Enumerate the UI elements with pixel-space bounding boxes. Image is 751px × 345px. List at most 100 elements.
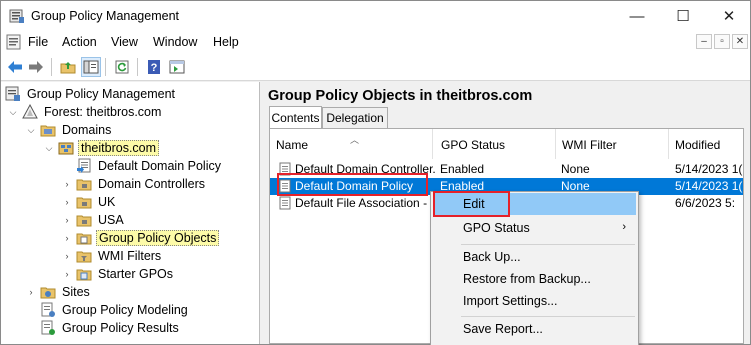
tree-label: Group Policy Objects: [96, 230, 220, 246]
minimize-icon: —: [629, 7, 645, 25]
gpmc-root-icon: [5, 86, 20, 101]
help-button[interactable]: ?: [144, 57, 164, 77]
up-one-level-button[interactable]: [58, 57, 78, 77]
mdi-minimize-button[interactable]: –: [696, 34, 712, 49]
collapse-chevron-icon[interactable]: ⌵: [43, 142, 55, 154]
column-header-gpo-status[interactable]: GPO Status: [435, 129, 556, 159]
back-button[interactable]: [5, 57, 25, 77]
tree-label: Forest: theitbros.com: [44, 105, 162, 119]
tree-item-forest[interactable]: ⌵ Forest: theitbros.com: [7, 103, 163, 121]
menu-window[interactable]: Window: [153, 35, 197, 49]
tree-label: Group Policy Modeling: [62, 303, 188, 317]
maximize-button[interactable]: ☐: [660, 1, 706, 31]
expand-chevron-icon[interactable]: ›: [61, 214, 73, 226]
menu-item-import-settings[interactable]: Import Settings...: [433, 290, 636, 312]
properties-button[interactable]: [167, 57, 187, 77]
expand-chevron-icon: [61, 160, 73, 172]
modeling-icon: [41, 302, 55, 317]
cell-wmi: None: [561, 162, 590, 176]
tree-label: Domains: [62, 123, 112, 137]
mdi-close-button[interactable]: ✕: [732, 34, 748, 49]
menu-item-back-up[interactable]: Back Up...: [433, 246, 636, 268]
mdi-restore-button[interactable]: ▫: [714, 34, 730, 49]
menu-item-save-report[interactable]: Save Report...: [433, 318, 636, 340]
column-header-wmi-filter[interactable]: WMI Filter: [556, 129, 669, 159]
tree-item-domain[interactable]: ⌵ theitbros.com: [43, 139, 160, 157]
submenu-arrow-icon: ›: [622, 221, 626, 233]
tree-label: Group Policy Results: [62, 321, 179, 335]
minimize-button[interactable]: —: [614, 1, 660, 31]
title-bar[interactable]: Group Policy Management — ☐ ✕: [1, 1, 750, 31]
menu-action[interactable]: Action: [62, 35, 97, 49]
tree-item-default-domain-policy[interactable]: Default Domain Policy: [61, 157, 223, 175]
forward-button[interactable]: [26, 57, 46, 77]
menu-view[interactable]: View: [111, 35, 138, 49]
menu-item-label: Restore from Backup...: [463, 272, 591, 286]
expand-chevron-icon[interactable]: ›: [61, 250, 73, 262]
tree-label: theitbros.com: [78, 140, 160, 156]
toolbar: ?: [1, 53, 750, 81]
cell-modified: 5/14/2023 1(: [675, 179, 743, 193]
expand-chevron-icon: [25, 322, 37, 334]
tree-item-sites[interactable]: › Sites: [25, 283, 92, 301]
tab-contents[interactable]: Contents: [269, 106, 322, 128]
mmc-document-icon[interactable]: [6, 34, 22, 50]
tree-item-starter-gpos[interactable]: › Starter GPOs: [61, 265, 175, 283]
tree-item-group-policy-objects[interactable]: › Group Policy Objects: [61, 229, 220, 247]
tree-item-modeling[interactable]: Group Policy Modeling: [25, 301, 190, 319]
expand-chevron-icon[interactable]: ›: [61, 196, 73, 208]
close-button[interactable]: ✕: [706, 1, 751, 31]
close-icon: ✕: [722, 8, 736, 25]
forest-icon: [22, 104, 38, 119]
refresh-button[interactable]: [112, 57, 132, 77]
tab-delegation[interactable]: Delegation: [322, 107, 388, 128]
tree-label: Sites: [62, 285, 90, 299]
sort-ascending-icon: ︿: [350, 135, 360, 145]
tree-label: USA: [98, 213, 124, 227]
expand-chevron-icon[interactable]: ›: [61, 268, 73, 280]
cell-modified: 5/14/2023 1(: [675, 162, 743, 176]
tree-item-usa[interactable]: › USA: [61, 211, 126, 229]
starter-gpo-folder-icon: [76, 269, 92, 281]
menu-item-label: Save Report...: [463, 322, 543, 336]
column-label: GPO Status: [441, 138, 506, 152]
menu-item-gpo-status[interactable]: GPO Status ›: [433, 217, 636, 239]
tree-item-domain-controllers[interactable]: › Domain Controllers: [61, 175, 207, 193]
column-header-modified[interactable]: Modified: [669, 129, 743, 159]
wmi-folder-icon: [76, 251, 92, 263]
tree-item-root[interactable]: Group Policy Management: [5, 85, 177, 103]
cell-modified: 6/6/2023 5:: [675, 196, 736, 210]
column-label: Modified: [675, 138, 721, 152]
sites-icon: [40, 287, 56, 299]
console-tree: Group Policy Management ⌵ Forest: theitb…: [1, 82, 260, 344]
menu-separator: [461, 244, 635, 245]
tree-label: Default Domain Policy: [98, 159, 221, 173]
ou-folder-icon: [76, 215, 92, 227]
svg-text:?: ?: [151, 62, 158, 74]
collapse-chevron-icon[interactable]: ⌵: [7, 106, 19, 118]
tree-label: Domain Controllers: [98, 177, 205, 191]
tree-label: WMI Filters: [98, 249, 162, 263]
show-hide-tree-button[interactable]: [81, 57, 101, 77]
menu-bar: File Action View Window Help – ▫ ✕: [1, 31, 750, 53]
toolbar-separator: [105, 58, 106, 76]
collapse-chevron-icon[interactable]: ⌵: [25, 124, 37, 136]
column-header-name[interactable]: ︿ Name: [270, 129, 433, 159]
tree-item-domains[interactable]: ⌵ Domains: [25, 121, 113, 139]
show-hide-tree-icon: [83, 60, 99, 74]
column-label: Name: [276, 138, 309, 152]
tree-item-uk[interactable]: › UK: [61, 193, 117, 211]
menu-file[interactable]: File: [28, 35, 48, 49]
expand-chevron-icon[interactable]: ›: [25, 286, 37, 298]
menu-item-restore[interactable]: Restore from Backup...: [433, 268, 636, 290]
gpo-icon: [279, 196, 291, 210]
expand-chevron-icon[interactable]: ›: [61, 178, 73, 190]
tree-item-results[interactable]: Group Policy Results: [25, 319, 181, 337]
cell-name: Default File Association - ...: [295, 196, 435, 210]
tree-label: UK: [98, 195, 116, 209]
expand-chevron-icon[interactable]: ›: [61, 232, 73, 244]
menu-help[interactable]: Help: [213, 35, 239, 49]
tree-item-wmi-filters[interactable]: › WMI Filters: [61, 247, 163, 265]
toolbar-separator: [51, 58, 52, 76]
menu-separator: [461, 316, 635, 317]
